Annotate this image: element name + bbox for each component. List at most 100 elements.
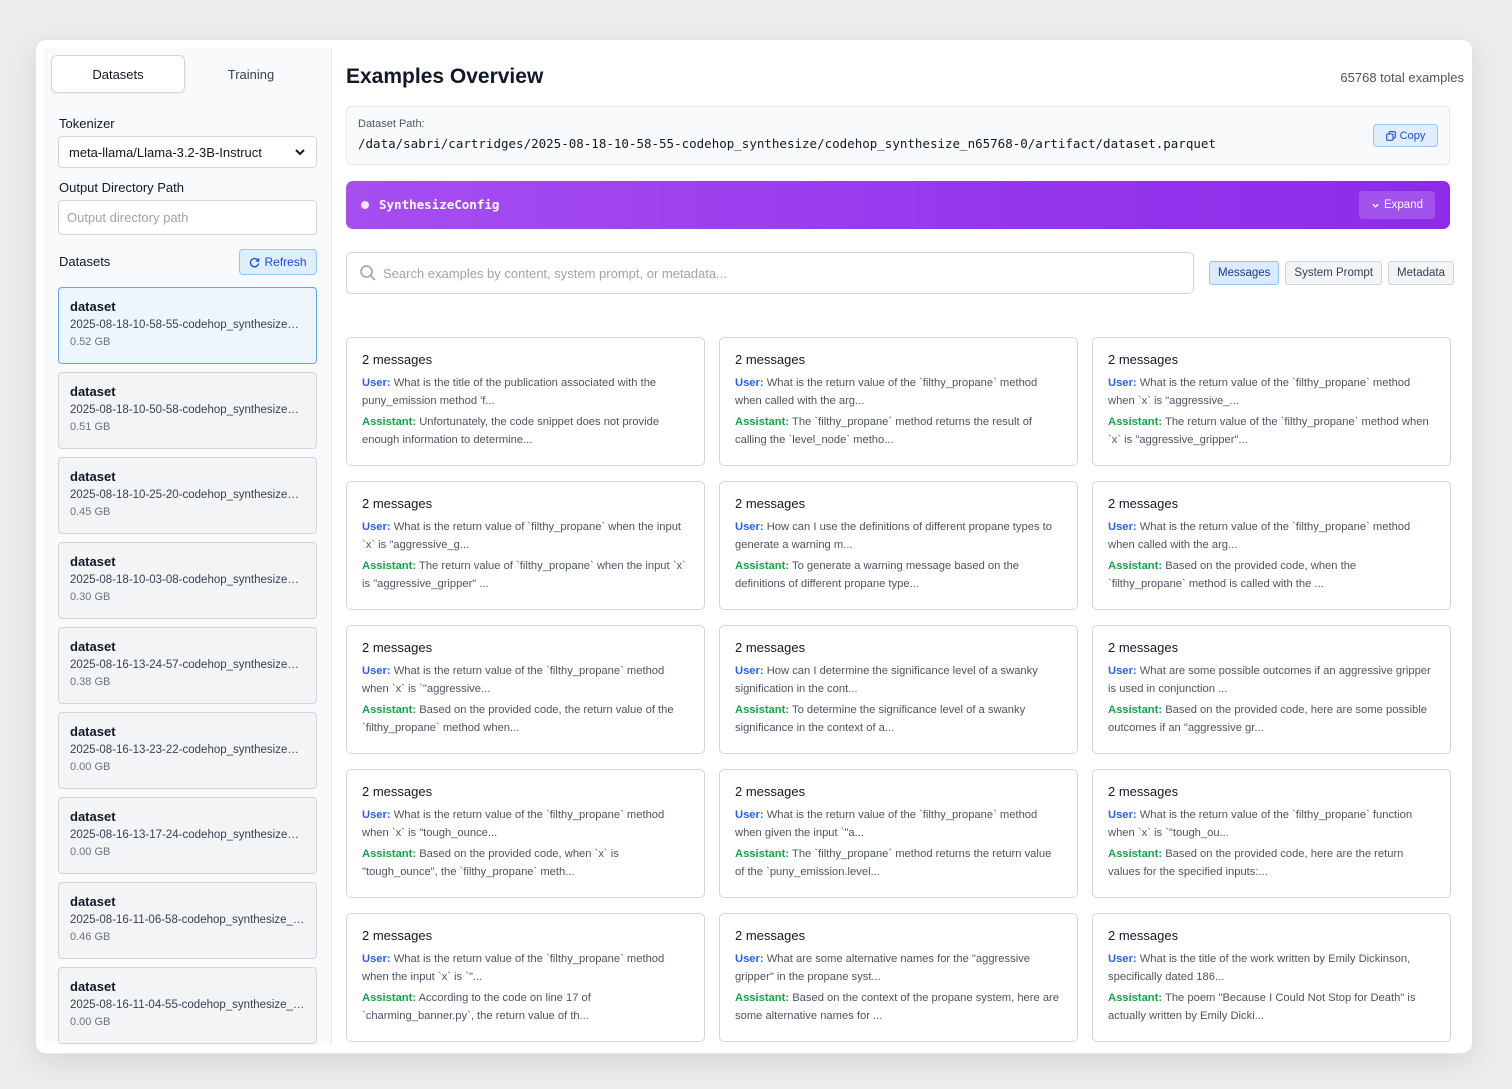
filter-messages[interactable]: Messages — [1209, 261, 1280, 285]
total-examples-count: 65768 total examples — [1340, 70, 1464, 85]
copy-icon — [1385, 130, 1396, 141]
tab-datasets[interactable]: Datasets — [51, 55, 185, 93]
assistant-message: Assistant: To determine the significance… — [735, 702, 1062, 737]
example-card[interactable]: 2 messages User: What is the return valu… — [719, 769, 1078, 898]
dataset-path: 2025-08-18-10-58-55-codehop_synthesize_n… — [70, 319, 305, 331]
search-input[interactable] — [383, 254, 1183, 292]
app-window: Datasets Training Tokenizer meta-llama/L… — [36, 40, 1472, 1053]
dataset-item[interactable]: dataset 2025-08-16-13-23-22-codehop_synt… — [58, 712, 317, 789]
example-card[interactable]: 2 messages User: How can I determine the… — [719, 625, 1078, 754]
tokenizer-select[interactable]: meta-llama/Llama-3.2-3B-Instruct — [58, 136, 317, 168]
dataset-size: 0.52 GB — [70, 336, 111, 348]
example-card[interactable]: 2 messages User: What are some possible … — [1092, 625, 1451, 754]
assistant-role-label: Assistant: — [735, 992, 790, 1004]
example-card[interactable]: 2 messages User: How can I use the defin… — [719, 481, 1078, 610]
tokenizer-value: meta-llama/Llama-3.2-3B-Instruct — [69, 144, 262, 160]
example-card[interactable]: 2 messages User: What is the return valu… — [346, 913, 705, 1042]
example-card[interactable]: 2 messages User: What is the return valu… — [1092, 481, 1451, 610]
copy-button[interactable]: Copy — [1373, 124, 1438, 147]
user-message-text: What are some possible outcomes if an ag… — [1108, 665, 1431, 695]
dataset-path: 2025-08-18-10-03-08-codehop_synthesize_n… — [70, 574, 305, 586]
message-count: 2 messages — [362, 352, 433, 367]
user-message-text: What is the return value of the `filthy_… — [362, 665, 665, 695]
assistant-message: Assistant: Based on the provided code, w… — [362, 846, 689, 881]
user-message: User: What is the return value of the `f… — [735, 807, 1062, 842]
dataset-item[interactable]: dataset 2025-08-16-11-06-58-codehop_synt… — [58, 882, 317, 959]
refresh-label: Refresh — [264, 255, 307, 269]
user-message-text: What is the title of the work written by… — [1108, 953, 1411, 983]
assistant-message: Assistant: Based on the provided code, h… — [1108, 702, 1435, 737]
user-role-label: User: — [362, 953, 391, 965]
dataset-path: 2025-08-16-13-24-57-codehop_synthesize_n… — [70, 659, 305, 671]
example-card[interactable]: 2 messages User: What is the return valu… — [346, 769, 705, 898]
dataset-item[interactable]: dataset 2025-08-16-11-04-55-codehop_synt… — [58, 967, 317, 1044]
assistant-role-label: Assistant: — [1108, 992, 1163, 1004]
config-name: SynthesizeConfig — [379, 197, 500, 212]
dataset-item[interactable]: dataset 2025-08-16-13-17-24-codehop_synt… — [58, 797, 317, 874]
example-card[interactable]: 2 messages User: What is the return valu… — [1092, 769, 1451, 898]
user-role-label: User: — [735, 953, 764, 965]
dataset-size: 0.51 GB — [70, 421, 111, 433]
assistant-role-label: Assistant: — [362, 416, 417, 428]
user-role-label: User: — [1108, 377, 1137, 389]
example-card[interactable]: 2 messages User: What is the return valu… — [719, 337, 1078, 466]
message-count: 2 messages — [1108, 640, 1179, 655]
dataset-path-label: Dataset Path: — [358, 118, 425, 130]
filter-system-prompt[interactable]: System Prompt — [1285, 261, 1383, 285]
user-message-text: What is the return value of `filthy_prop… — [362, 521, 682, 551]
expand-button[interactable]: Expand — [1359, 191, 1435, 219]
dataset-path: 2025-08-18-10-50-58-codehop_synthesize_n… — [70, 404, 305, 416]
example-card[interactable]: 2 messages User: What is the title of th… — [346, 337, 705, 466]
assistant-role-label: Assistant: — [735, 848, 790, 860]
dataset-path: 2025-08-18-10-25-20-codehop_synthesize_n… — [70, 489, 305, 501]
message-count: 2 messages — [735, 496, 806, 511]
user-message: User: What is the return value of the `f… — [1108, 807, 1435, 842]
example-card[interactable]: 2 messages User: What is the return valu… — [346, 625, 705, 754]
user-role-label: User: — [735, 377, 764, 389]
dataset-name: dataset — [70, 554, 116, 569]
example-card[interactable]: 2 messages User: What is the title of th… — [1092, 913, 1451, 1042]
user-message: User: What is the return value of `filth… — [362, 519, 689, 554]
assistant-message: Assistant: The return value of `filthy_p… — [362, 558, 689, 593]
assistant-message: Assistant: Based on the provided code, h… — [1108, 846, 1435, 881]
dataset-path-box: Dataset Path: /data/sabri/cartridges/202… — [346, 106, 1450, 165]
user-role-label: User: — [1108, 521, 1137, 533]
message-count: 2 messages — [362, 640, 433, 655]
assistant-role-label: Assistant: — [735, 416, 790, 428]
dataset-size: 0.00 GB — [70, 1016, 111, 1028]
dataset-item[interactable]: dataset 2025-08-16-13-24-57-codehop_synt… — [58, 627, 317, 704]
user-role-label: User: — [362, 521, 391, 533]
message-count: 2 messages — [362, 784, 433, 799]
user-message: User: What are some alternative names fo… — [735, 951, 1062, 986]
refresh-button[interactable]: Refresh — [239, 249, 317, 275]
dataset-item[interactable]: dataset 2025-08-18-10-03-08-codehop_synt… — [58, 542, 317, 619]
example-card[interactable]: 2 messages User: What are some alternati… — [719, 913, 1078, 1042]
assistant-message: Assistant: Based on the provided code, t… — [362, 702, 689, 737]
output-dir-input[interactable] — [58, 200, 317, 235]
user-role-label: User: — [362, 665, 391, 677]
dataset-name: dataset — [70, 469, 116, 484]
assistant-message: Assistant: According to the code on line… — [362, 990, 689, 1025]
dataset-size: 0.46 GB — [70, 931, 111, 943]
example-card[interactable]: 2 messages User: What is the return valu… — [346, 481, 705, 610]
user-role-label: User: — [1108, 953, 1137, 965]
assistant-role-label: Assistant: — [362, 560, 417, 572]
filter-metadata[interactable]: Metadata — [1388, 261, 1454, 285]
assistant-role-label: Assistant: — [735, 704, 790, 716]
dataset-size: 0.45 GB — [70, 506, 111, 518]
user-message-text: What is the return value of the `filthy_… — [735, 809, 1038, 839]
app-layout: Datasets Training Tokenizer meta-llama/L… — [44, 48, 1464, 1045]
config-panel: SynthesizeConfig Expand — [346, 181, 1450, 229]
dataset-item[interactable]: dataset 2025-08-18-10-25-20-codehop_synt… — [58, 457, 317, 534]
user-role-label: User: — [1108, 665, 1137, 677]
user-message: User: What is the return value of the `f… — [362, 663, 689, 698]
dataset-item[interactable]: dataset 2025-08-18-10-50-58-codehop_synt… — [58, 372, 317, 449]
message-count: 2 messages — [735, 784, 806, 799]
assistant-message: Assistant: The `filthy_propane` method r… — [735, 414, 1062, 449]
message-count: 2 messages — [362, 496, 433, 511]
assistant-message: Assistant: Unfortunately, the code snipp… — [362, 414, 689, 449]
example-card[interactable]: 2 messages User: What is the return valu… — [1092, 337, 1451, 466]
tab-training[interactable]: Training — [185, 55, 317, 93]
dataset-item[interactable]: dataset 2025-08-18-10-58-55-codehop_synt… — [58, 287, 317, 364]
assistant-role-label: Assistant: — [735, 560, 790, 572]
